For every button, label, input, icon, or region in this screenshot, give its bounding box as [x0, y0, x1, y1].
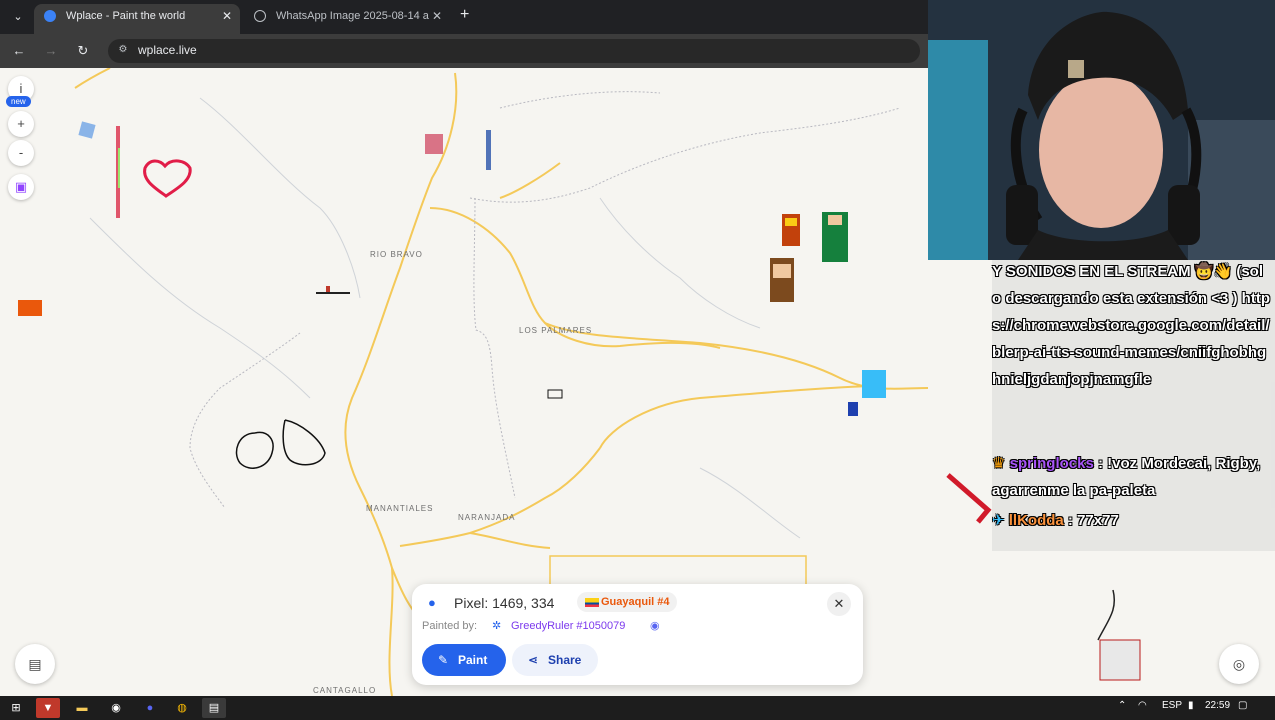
zoom-out-button[interactable]: -: [8, 140, 34, 166]
tab-title: WhatsApp Image 2025-08-14 a: [276, 10, 429, 22]
ecuador-flag-icon: [585, 598, 599, 607]
site-info-icon[interactable]: ⚙: [116, 43, 130, 57]
reload-button[interactable]: ↻: [74, 42, 92, 60]
notepad-icon[interactable]: ▤: [202, 698, 226, 718]
windows-start-icon[interactable]: ⊞: [4, 698, 28, 718]
pencil-icon: ✎: [438, 653, 449, 667]
chrome-icon[interactable]: ◍: [170, 698, 194, 718]
painter-avatar-icon: ✲: [492, 620, 502, 632]
close-popup-button[interactable]: ✕: [827, 592, 851, 616]
tab-whatsapp-image[interactable]: WhatsApp Image 2025-08-14 a ✕: [244, 4, 450, 34]
place-label: CANTAGALLO: [313, 686, 377, 695]
pixel-coordinates: Pixel: 1469, 334: [454, 595, 555, 611]
painted-by-label: Painted by:: [422, 620, 478, 632]
discord-icon[interactable]: ●: [138, 698, 162, 718]
webcam-overlay: [928, 0, 1275, 260]
place-label: RIO BRAVO: [370, 250, 423, 259]
zoom-in-button[interactable]: +: [8, 111, 34, 137]
pixel-art-heart: [143, 159, 192, 198]
tab-title: Wplace - Paint the world: [66, 10, 186, 22]
address-bar[interactable]: ⚙ wplace.live: [108, 39, 920, 63]
twitch-icon[interactable]: ▣: [8, 174, 34, 200]
discord-icon: ◉: [650, 620, 660, 632]
place-label: MANANTIALES: [366, 504, 434, 513]
region-badge[interactable]: Guayaquil #4: [577, 592, 678, 612]
region-label: Guayaquil #4: [601, 596, 670, 608]
new-tab-button[interactable]: +: [460, 6, 469, 24]
tab-wplace[interactable]: Wplace - Paint the world ✕: [34, 4, 240, 34]
new-badge: new: [6, 96, 31, 107]
stream-chat: Y SONIDOS EN EL STREAM 🤠👋 (solo descarga…: [928, 260, 1275, 696]
close-tab-icon[interactable]: ✕: [222, 4, 232, 28]
mic-icon[interactable]: ▮: [1188, 700, 1194, 711]
wifi-icon[interactable]: ◠: [1138, 700, 1147, 711]
close-tab-icon[interactable]: ✕: [432, 4, 442, 28]
share-icon: ⋖: [528, 653, 539, 667]
share-button[interactable]: ⋖ Share: [512, 644, 598, 676]
globe-icon: [44, 10, 56, 22]
browser-toolbar: ← → ↻ ⚙ wplace.live: [0, 34, 928, 68]
tab-search-icon[interactable]: ⌄: [8, 7, 28, 27]
globe-icon: [254, 10, 266, 22]
tray-chevron-icon[interactable]: ⌃: [1118, 700, 1126, 711]
pixel-info-popup: ● Pixel: 1469, 334 Guayaquil #4 ✕ Painte…: [412, 584, 863, 685]
url-text: wplace.live: [138, 43, 197, 57]
locate-icon[interactable]: ◎: [1219, 644, 1259, 684]
windows-taskbar: ⊞ ▼ ▬ ◉ ● ◍ ▤ ⌃ ◠ ESP ▮ 22:59 ▢: [0, 696, 1275, 720]
place-label: NARANJADA: [458, 513, 516, 522]
back-button[interactable]: ←: [10, 42, 28, 60]
obs-icon[interactable]: ◉: [104, 698, 128, 718]
forward-button[interactable]: →: [42, 42, 60, 60]
layers-icon[interactable]: ▤: [15, 644, 55, 684]
notification-icon[interactable]: ▢: [1238, 700, 1247, 711]
painter-name[interactable]: GreedyRuler #1050079: [511, 620, 625, 632]
map-pin-icon: ●: [428, 595, 436, 610]
paint-button[interactable]: ✎ Paint: [422, 644, 506, 676]
language-indicator[interactable]: ESP: [1162, 700, 1182, 711]
pixel-characters: [18, 212, 886, 416]
brave-icon[interactable]: ▼: [36, 698, 60, 718]
file-explorer-icon[interactable]: ▬: [70, 698, 94, 718]
streamer-webcam: [928, 0, 1275, 260]
place-label: LOS PALMARES: [519, 326, 593, 335]
clock[interactable]: 22:59: [1205, 700, 1230, 711]
tab-strip: ⌄ Wplace - Paint the world ✕ WhatsApp Im…: [0, 0, 928, 34]
